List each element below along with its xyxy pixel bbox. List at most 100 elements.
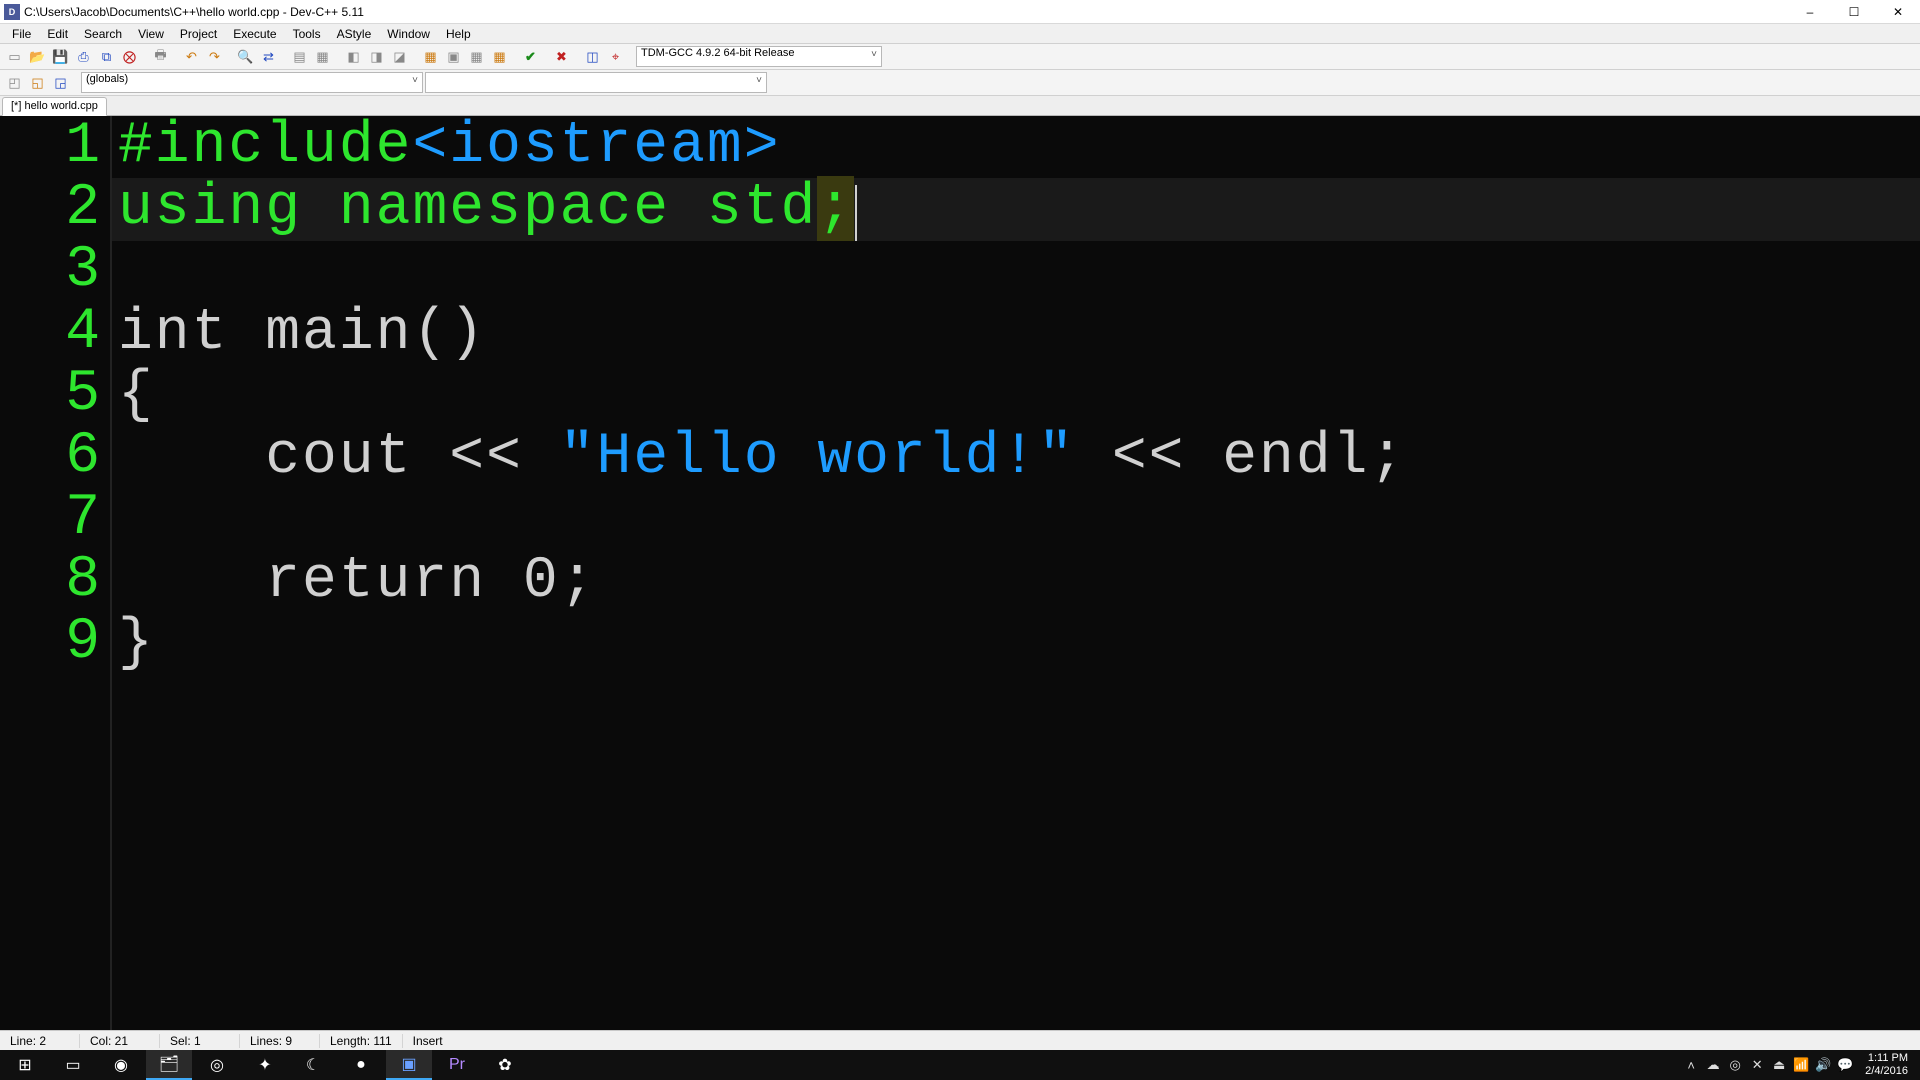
line-number: 5 bbox=[0, 364, 102, 426]
tray-cloud-icon[interactable]: ☁ bbox=[1705, 1057, 1721, 1073]
menu-window[interactable]: Window bbox=[379, 25, 438, 43]
new-class-button[interactable]: ◰ bbox=[4, 72, 25, 93]
menu-execute[interactable]: Execute bbox=[225, 25, 284, 43]
compile-button[interactable]: ▦ bbox=[420, 46, 441, 67]
line-number: 2 bbox=[0, 178, 102, 240]
status-length: Length: 111 bbox=[320, 1034, 403, 1048]
taskbar-clock[interactable]: 1:11 PM 2/4/2016 bbox=[1859, 1050, 1914, 1080]
status-mode: Insert bbox=[403, 1034, 483, 1048]
code-line-9: } bbox=[112, 613, 1920, 675]
rebuild-button[interactable]: ▦ bbox=[489, 46, 510, 67]
code-area[interactable]: #include<iostream> using namespace std; … bbox=[112, 116, 1920, 1030]
code-line-4: int main() bbox=[112, 303, 1920, 365]
task-devcpp[interactable]: ▣ bbox=[386, 1050, 432, 1080]
line-number: 1 bbox=[0, 116, 102, 178]
status-lines: Lines: 9 bbox=[240, 1034, 320, 1048]
code-line-8: return 0; bbox=[112, 551, 1920, 613]
tray-usb-icon[interactable]: ⏏ bbox=[1771, 1057, 1787, 1073]
menu-help[interactable]: Help bbox=[438, 25, 479, 43]
tab-label: [*] hello world.cpp bbox=[11, 100, 98, 112]
line-number: 8 bbox=[0, 550, 102, 612]
code-line-5: { bbox=[112, 365, 1920, 427]
task-app3[interactable]: ● bbox=[338, 1050, 384, 1080]
goto-line-button[interactable]: ◪ bbox=[389, 46, 410, 67]
syntax-check-button[interactable]: ✔ bbox=[520, 46, 541, 67]
text-cursor bbox=[855, 185, 857, 241]
status-line: Line: 2 bbox=[0, 1034, 80, 1048]
toolbar-main: ▭ 📂 💾 ⎙ ⧉ ⨂ 🖶 ↶ ↷ 🔍 ⇄ ▤ ▦ ◧ ◨ ◪ ▦ ▣ ▦ ▦ … bbox=[0, 44, 1920, 70]
abort-button[interactable]: ✖ bbox=[551, 46, 572, 67]
profile-button[interactable]: ◫ bbox=[582, 46, 603, 67]
tray-x-icon[interactable]: ✕ bbox=[1749, 1057, 1765, 1073]
menu-project[interactable]: Project bbox=[172, 25, 225, 43]
redo-button[interactable]: ↷ bbox=[204, 46, 225, 67]
code-editor[interactable]: 1 2 3 4 5 6 7 8 9 #include<iostream> usi… bbox=[0, 116, 1920, 1030]
open-file-button[interactable]: 📂 bbox=[27, 46, 48, 67]
task-app4[interactable]: ✿ bbox=[482, 1050, 528, 1080]
task-premiere[interactable]: Pr bbox=[434, 1050, 480, 1080]
class-select[interactable]: (globals) bbox=[81, 72, 423, 93]
save-all-button[interactable]: ⎙ bbox=[73, 46, 94, 67]
clock-date: 2/4/2016 bbox=[1865, 1065, 1908, 1078]
task-app2[interactable]: ☾ bbox=[290, 1050, 336, 1080]
print-button[interactable]: 🖶 bbox=[150, 46, 171, 67]
function-select[interactable] bbox=[425, 72, 767, 93]
menu-view[interactable]: View bbox=[130, 25, 172, 43]
status-bar: Line: 2 Col: 21 Sel: 1 Lines: 9 Length: … bbox=[0, 1030, 1920, 1050]
task-app1[interactable]: ✦ bbox=[242, 1050, 288, 1080]
tray-steam-icon[interactable]: ◎ bbox=[1727, 1057, 1743, 1073]
task-explorer[interactable]: 🗂 bbox=[146, 1050, 192, 1080]
find-button[interactable]: 🔍 bbox=[235, 46, 256, 67]
line-number: 4 bbox=[0, 302, 102, 364]
menu-file[interactable]: File bbox=[4, 25, 39, 43]
tray-volume-icon[interactable]: 🔊 bbox=[1815, 1057, 1831, 1073]
tab-bar: [*] hello world.cpp bbox=[0, 96, 1920, 116]
task-steam[interactable]: ◎ bbox=[194, 1050, 240, 1080]
save-button[interactable]: 💾 bbox=[50, 46, 71, 67]
code-line-3 bbox=[112, 241, 1920, 303]
compiler-select[interactable]: TDM-GCC 4.9.2 64-bit Release bbox=[636, 46, 882, 67]
windows-taskbar: ⊞ ▭ ◉ 🗂 ◎ ✦ ☾ ● ▣ Pr ✿ ˄ ☁ ◎ ✕ ⏏ 📶 🔊 💬 1… bbox=[0, 1050, 1920, 1080]
task-chrome[interactable]: ◉ bbox=[98, 1050, 144, 1080]
tray-wifi-icon[interactable]: 📶 bbox=[1793, 1057, 1809, 1073]
tray-notifications-icon[interactable]: 💬 bbox=[1837, 1057, 1853, 1073]
close-button[interactable]: ✕ bbox=[1876, 0, 1920, 24]
bookmark-button[interactable]: ▦ bbox=[312, 46, 333, 67]
run-button[interactable]: ▣ bbox=[443, 46, 464, 67]
menu-tools[interactable]: Tools bbox=[285, 25, 329, 43]
line-number-gutter: 1 2 3 4 5 6 7 8 9 bbox=[0, 116, 112, 1030]
start-button[interactable]: ⊞ bbox=[2, 1050, 48, 1080]
goto-impl-button[interactable]: ◲ bbox=[50, 72, 71, 93]
save-as-button[interactable]: ⧉ bbox=[96, 46, 117, 67]
menu-astyle[interactable]: AStyle bbox=[329, 25, 380, 43]
insert-button[interactable]: ◧ bbox=[343, 46, 364, 67]
menu-bar: File Edit Search View Project Execute To… bbox=[0, 24, 1920, 44]
code-line-1: #include<iostream> bbox=[112, 116, 1920, 178]
task-view-button[interactable]: ▭ bbox=[50, 1050, 96, 1080]
tab-hello-world[interactable]: [*] hello world.cpp bbox=[2, 97, 107, 116]
goto-button[interactable]: ▤ bbox=[289, 46, 310, 67]
new-file-button[interactable]: ▭ bbox=[4, 46, 25, 67]
window-title: C:\Users\Jacob\Documents\C++\hello world… bbox=[24, 5, 1788, 19]
toolbar-class: ◰ ◱ ◲ (globals) bbox=[0, 70, 1920, 96]
close-file-button[interactable]: ⨂ bbox=[119, 46, 140, 67]
debug-button[interactable]: ⌖ bbox=[605, 46, 626, 67]
goto-decl-button[interactable]: ◱ bbox=[27, 72, 48, 93]
compile-run-button[interactable]: ▦ bbox=[466, 46, 487, 67]
maximize-button[interactable]: ☐ bbox=[1832, 0, 1876, 24]
code-line-7 bbox=[112, 489, 1920, 551]
compiler-select-label: TDM-GCC 4.9.2 64-bit Release bbox=[641, 47, 794, 59]
menu-edit[interactable]: Edit bbox=[39, 25, 76, 43]
tray-show-hidden-icon[interactable]: ˄ bbox=[1683, 1058, 1699, 1073]
menu-search[interactable]: Search bbox=[76, 25, 130, 43]
title-bar: D C:\Users\Jacob\Documents\C++\hello wor… bbox=[0, 0, 1920, 24]
undo-button[interactable]: ↶ bbox=[181, 46, 202, 67]
line-number: 7 bbox=[0, 488, 102, 550]
line-number: 3 bbox=[0, 240, 102, 302]
status-sel: Sel: 1 bbox=[160, 1034, 240, 1048]
replace-button[interactable]: ⇄ bbox=[258, 46, 279, 67]
minimize-button[interactable]: – bbox=[1788, 0, 1832, 24]
code-line-2: using namespace std; bbox=[112, 178, 1920, 241]
toggle-button[interactable]: ◨ bbox=[366, 46, 387, 67]
clock-time: 1:11 PM bbox=[1865, 1052, 1908, 1065]
